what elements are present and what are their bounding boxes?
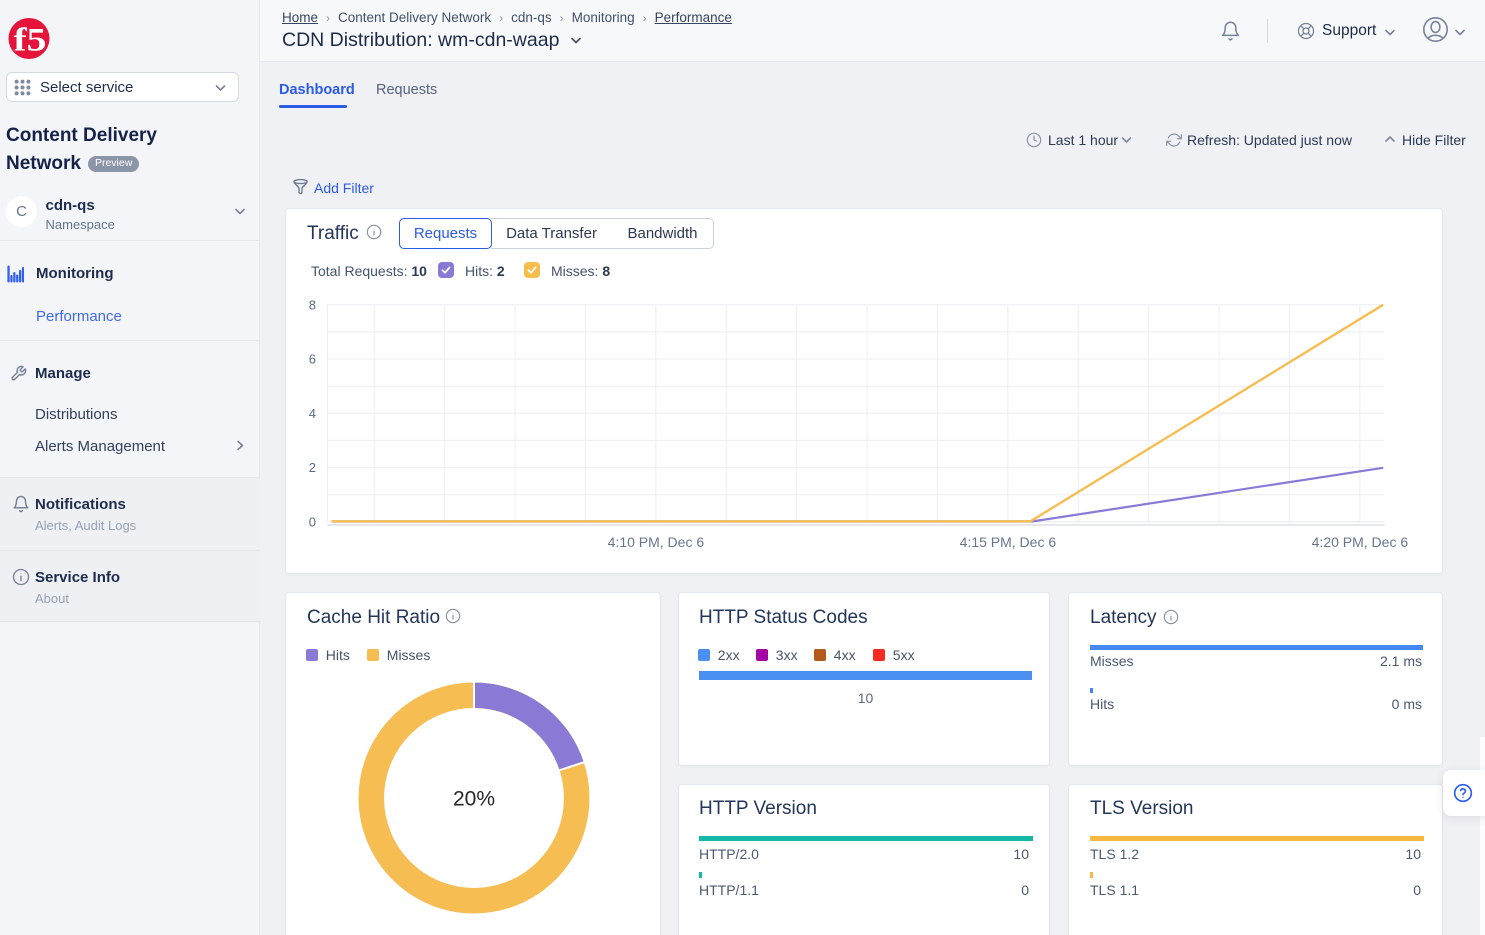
svg-text:4:10 PM, Dec 6: 4:10 PM, Dec 6 bbox=[608, 534, 705, 550]
svg-text:20%: 20% bbox=[453, 788, 495, 811]
svg-text:8: 8 bbox=[309, 297, 316, 312]
svg-text:0: 0 bbox=[309, 514, 316, 529]
svg-text:4:20 PM, Dec 6: 4:20 PM, Dec 6 bbox=[1312, 534, 1409, 550]
svg-text:4: 4 bbox=[309, 406, 316, 421]
svg-text:6: 6 bbox=[309, 352, 316, 367]
svg-text:f5: f5 bbox=[14, 23, 47, 59]
svg-text:2: 2 bbox=[309, 460, 316, 475]
svg-text:4:15 PM, Dec 6: 4:15 PM, Dec 6 bbox=[960, 534, 1057, 550]
